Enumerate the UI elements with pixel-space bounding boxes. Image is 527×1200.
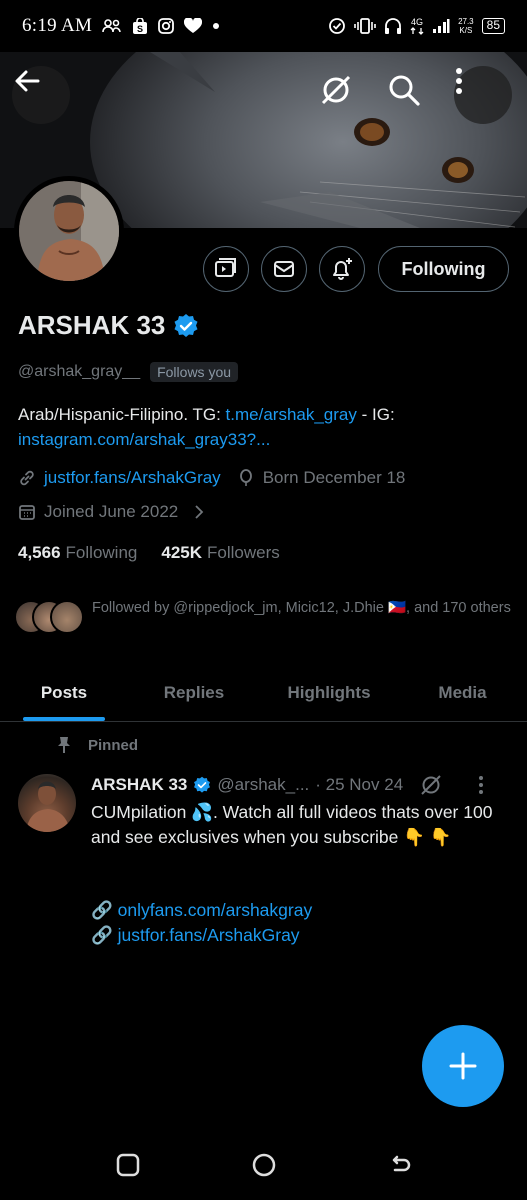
group-icon xyxy=(102,19,122,33)
following-stat[interactable]: 4,566 Following xyxy=(18,543,137,563)
recent-apps-icon[interactable] xyxy=(115,1152,141,1178)
followed-by-row[interactable]: Followed by @rippedjock_jm, Micic12, J.D… xyxy=(14,598,519,634)
website-birthday-row: justfor.fans/ArshakGray Born December 18 xyxy=(18,468,405,488)
signal-icon xyxy=(432,18,450,34)
onlyfans-link[interactable]: onlyfans.com/arshakgray xyxy=(118,900,313,920)
network-label: 4G xyxy=(411,16,424,27)
post-link-row[interactable]: 🔗 justfor.fans/ArshakGray xyxy=(91,923,312,948)
link-emoji-icon: 🔗 xyxy=(91,900,113,920)
bio-text-1: Arab/Hispanic-Filipino. TG: xyxy=(18,405,226,424)
post-link-row[interactable]: 🔗 onlyfans.com/arshakgray xyxy=(91,898,312,923)
back-button[interactable] xyxy=(12,66,70,124)
net-speed-unit: K/S xyxy=(459,26,473,35)
profile-tabs: Posts Replies Highlights Media xyxy=(0,664,527,722)
search-icon xyxy=(389,75,420,106)
birthday-text: Born December 18 xyxy=(262,468,406,487)
post-author-avatar[interactable] xyxy=(18,774,76,832)
instagram-link[interactable]: instagram.com/arshak_gray33?... xyxy=(18,430,270,449)
instagram-icon xyxy=(158,18,175,34)
telegram-link[interactable]: t.me/arshak_gray xyxy=(226,405,357,424)
back-nav-icon[interactable] xyxy=(387,1152,413,1178)
pinned-indicator: Pinned xyxy=(56,736,138,754)
mutual-avatar xyxy=(50,600,84,634)
chevron-right-icon xyxy=(195,505,204,519)
post-author-name[interactable]: ARSHAK 33 xyxy=(91,775,187,795)
subscriptions-button[interactable] xyxy=(203,246,249,292)
link-emoji-icon: 🔗 xyxy=(91,925,113,945)
battery-indicator: 85 xyxy=(481,18,505,34)
arrow-left-icon xyxy=(15,70,40,92)
joined-text: Joined June 2022 xyxy=(44,502,179,521)
message-button[interactable] xyxy=(261,246,307,292)
pinned-label: Pinned xyxy=(88,736,139,754)
status-bar: 6:19 AM S 4G 27.3 K/S 85 xyxy=(0,0,527,52)
handle-row: @arshak_gray__ Follows you xyxy=(18,362,239,382)
tab-posts[interactable]: Posts xyxy=(0,664,128,721)
balloon-icon xyxy=(239,469,252,486)
net-speed-value: 27.3 xyxy=(458,17,474,26)
followers-stat[interactable]: 425K Followers xyxy=(161,543,279,563)
verified-badge-icon xyxy=(194,776,211,793)
svg-text:S: S xyxy=(137,24,143,34)
following-count: 4,566 xyxy=(18,543,61,562)
status-time: 6:19 AM xyxy=(22,15,93,36)
verified-badge-icon[interactable] xyxy=(173,313,199,339)
post-date: · 25 Nov 24 xyxy=(315,775,404,794)
envelope-icon xyxy=(274,261,294,277)
profile-name-row: ARSHAK 33 xyxy=(18,310,199,341)
network-type: 4G xyxy=(410,16,424,35)
plus-icon xyxy=(449,1052,477,1080)
grok-icon xyxy=(321,75,351,105)
net-speed: 27.3 K/S xyxy=(458,17,474,35)
avatar-photo xyxy=(19,181,119,281)
home-icon[interactable] xyxy=(251,1152,277,1178)
bio-text-2: - IG: xyxy=(356,405,395,424)
more-vertical-icon[interactable] xyxy=(477,775,485,795)
calendar-icon xyxy=(19,505,35,520)
headphones-icon xyxy=(384,17,402,35)
tab-media[interactable]: Media xyxy=(398,664,527,721)
followers-count: 425K xyxy=(161,543,202,562)
website-link[interactable]: justfor.fans/ArshakGray xyxy=(44,468,221,488)
shopping-bag-icon: S xyxy=(132,17,148,35)
vibrate-icon xyxy=(354,17,376,35)
grok-button[interactable] xyxy=(320,74,360,114)
profile-bio: Arab/Hispanic-Filipino. TG: t.me/arshak_… xyxy=(18,402,513,452)
pin-icon xyxy=(58,737,70,753)
subscription-icon xyxy=(215,258,236,277)
post-text: CUMpilation 💦. Watch all full videos tha… xyxy=(91,802,493,847)
more-vertical-icon xyxy=(456,68,462,94)
following-button[interactable]: Following xyxy=(378,246,509,292)
post-header: ARSHAK 33 @arshak_... · 25 Nov 24 xyxy=(91,773,485,797)
data-saver-icon xyxy=(328,17,346,35)
joined-row[interactable]: Joined June 2022 xyxy=(18,502,206,522)
post-links: 🔗 onlyfans.com/arshakgray 🔗 justfor.fans… xyxy=(91,898,312,948)
link-icon xyxy=(20,470,34,486)
followed-by-avatars xyxy=(14,598,84,634)
grok-icon[interactable] xyxy=(419,773,443,797)
follow-stats: 4,566 Following 425K Followers xyxy=(18,543,280,563)
justforfans-link[interactable]: justfor.fans/ArshakGray xyxy=(118,925,300,945)
display-name: ARSHAK 33 xyxy=(18,310,166,340)
search-button[interactable] xyxy=(388,74,428,114)
following-label: Following xyxy=(65,543,138,562)
bell-plus-icon xyxy=(333,258,352,280)
profile-handle: @arshak_gray__ xyxy=(18,363,141,380)
dot-icon xyxy=(212,22,220,30)
compose-button[interactable] xyxy=(422,1025,504,1107)
tab-replies[interactable]: Replies xyxy=(128,664,260,721)
followers-label: Followers xyxy=(207,543,280,562)
post-author-handle: @arshak_... xyxy=(217,775,310,794)
heart-icon xyxy=(184,18,203,34)
system-nav-bar xyxy=(0,1130,527,1200)
profile-avatar[interactable] xyxy=(14,176,124,286)
tab-highlights[interactable]: Highlights xyxy=(260,664,398,721)
follows-you-badge: Follows you xyxy=(150,362,239,382)
more-options-button[interactable] xyxy=(454,66,512,124)
followed-by-text: Followed by @rippedjock_jm, Micic12, J.D… xyxy=(92,600,511,616)
notifications-button[interactable] xyxy=(319,246,365,292)
